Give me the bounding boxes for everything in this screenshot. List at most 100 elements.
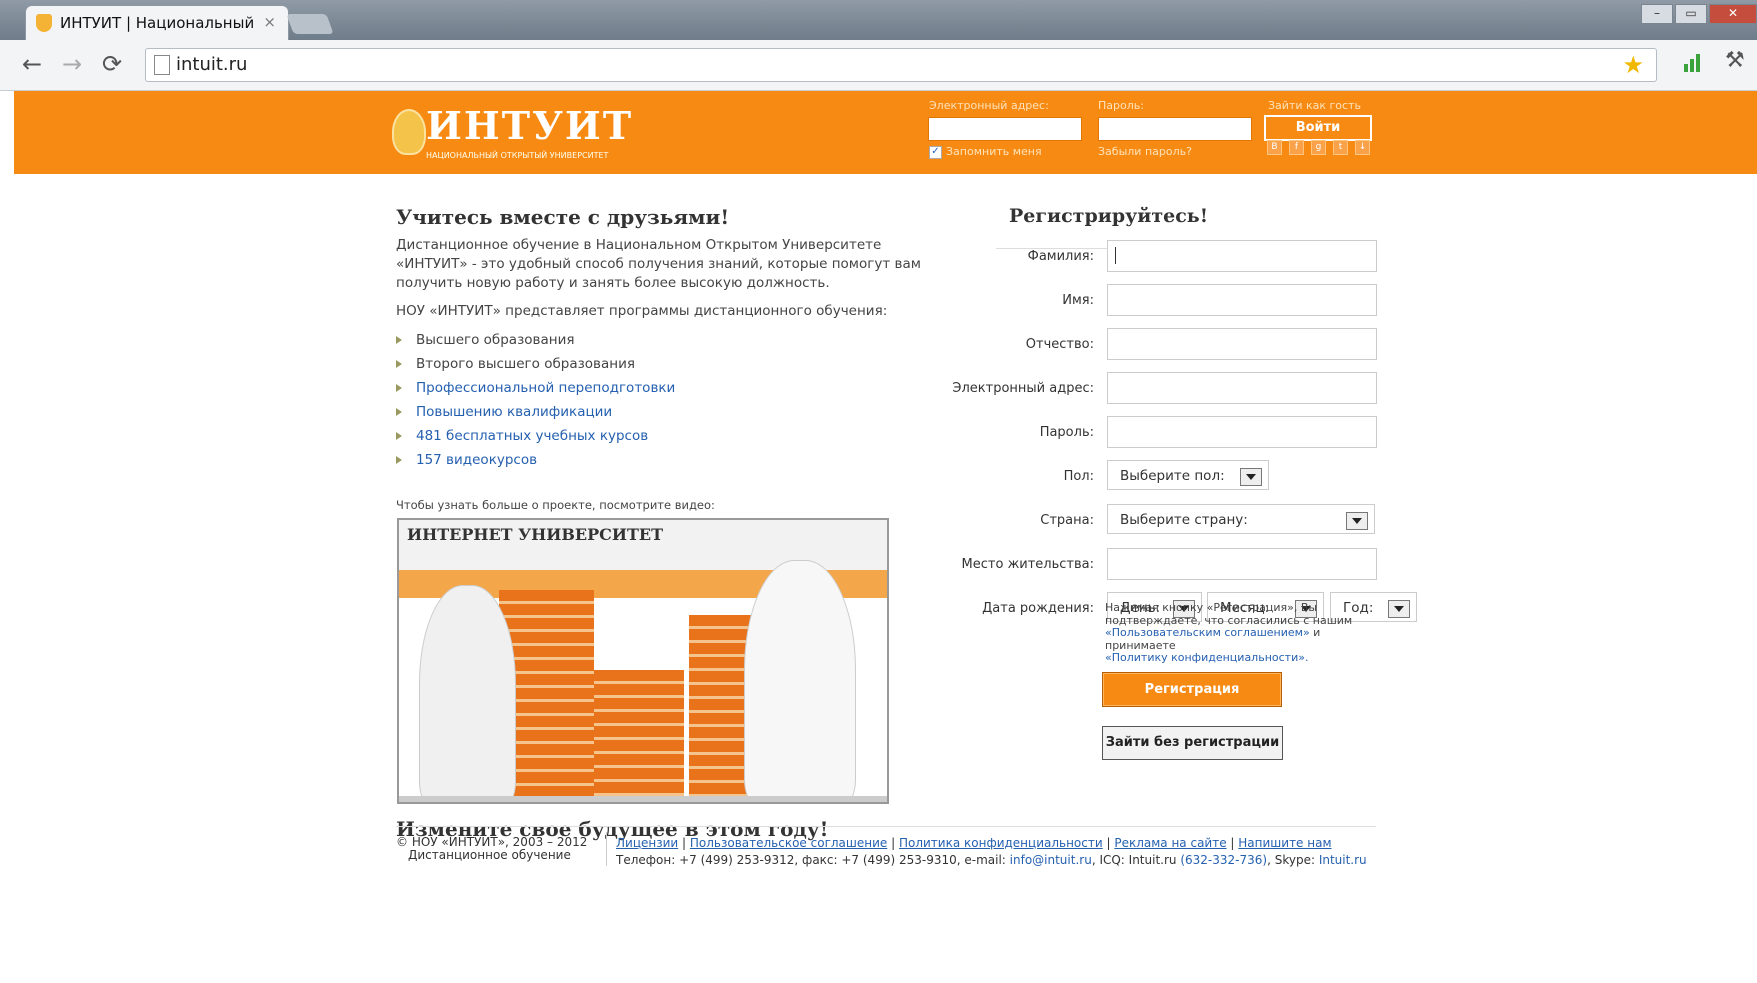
- twitter-icon[interactable]: t: [1333, 140, 1348, 155]
- intro-line-2: «ИНТУИТ» - это удобный способ получения …: [396, 256, 921, 272]
- footer-contacts: Телефон: +7 (499) 253-9312, факс: +7 (49…: [616, 853, 1367, 867]
- browser-titlebar: ИНТУИТ | Национальный × – ▭ ✕: [0, 0, 1757, 40]
- text-cursor: [1115, 247, 1116, 264]
- birthdate-label: Дата рождения:: [982, 601, 1094, 616]
- video-caption: Чтобы узнать больше о проекте, посмотрит…: [396, 498, 715, 512]
- promo-video-player[interactable]: ИНТЕРНЕТ УНИВЕРСИТЕТ: [397, 518, 889, 804]
- header-password-label: Пароль:: [1098, 99, 1144, 112]
- list-item: Высшего образования: [396, 332, 574, 348]
- window-controls: – ▭ ✕: [1639, 4, 1757, 24]
- list-item[interactable]: 157 видеокурсов: [396, 452, 537, 468]
- last-name-input[interactable]: [1107, 240, 1377, 272]
- page-viewport: ИНТУИТ НАЦИОНАЛЬНЫЙ ОТКРЫТЫЙ УНИВЕРСИТЕТ…: [14, 91, 1757, 983]
- forward-icon[interactable]: →: [62, 50, 82, 78]
- country-select-value: Выберите страну:: [1120, 512, 1248, 528]
- login-button[interactable]: Войти: [1264, 115, 1372, 141]
- gender-label: Пол:: [1063, 469, 1094, 484]
- remember-me-label: Запомнить меня: [946, 145, 1042, 158]
- list-item[interactable]: Профессиональной переподготовки: [396, 380, 675, 396]
- play-icon[interactable]: [609, 620, 637, 656]
- agreement-text: Нажимая кнопку «Регистрация», Вы подтвер…: [1105, 601, 1353, 664]
- site-logo[interactable]: ИНТУИТ НАЦИОНАЛЬНЫЙ ОТКРЫТЫЙ УНИВЕРСИТЕТ: [392, 103, 631, 160]
- address-bar[interactable]: intuit.ru ★: [145, 48, 1657, 82]
- program-link[interactable]: Повышению квалификации: [416, 404, 612, 420]
- reload-icon[interactable]: ⟳: [102, 50, 122, 78]
- bullet-arrow-icon: [396, 456, 402, 464]
- browser-tab[interactable]: ИНТУИТ | Национальный ×: [26, 6, 288, 40]
- program-link[interactable]: 481 бесплатных учебных курсов: [416, 428, 648, 444]
- bullet-arrow-icon: [396, 432, 402, 440]
- password-label: Пароль:: [1039, 425, 1094, 440]
- footer-link-contact[interactable]: Напишите нам: [1238, 836, 1331, 850]
- register-button[interactable]: Регистрация: [1102, 672, 1282, 707]
- register-heading: Регистрируйтесь!: [1009, 205, 1209, 227]
- email-input[interactable]: [1107, 372, 1377, 404]
- dropdown-arrow-icon[interactable]: [1388, 600, 1410, 618]
- intro-line-1: Дистанционное обучение в Национальном От…: [396, 237, 882, 253]
- back-icon[interactable]: ←: [22, 50, 42, 78]
- footer-copyright: © НОУ «ИНТУИТ», 2003 – 2012 Дистанционно…: [396, 835, 588, 862]
- minimize-icon[interactable]: –: [1641, 4, 1673, 24]
- video-progress-bar[interactable]: [399, 796, 887, 802]
- browser-toolbar: ← → ⟳ intuit.ru ★: [0, 40, 1757, 91]
- facebook-icon[interactable]: f: [1289, 140, 1304, 155]
- header-email-label: Электронный адрес:: [929, 99, 1049, 112]
- guest-login-label[interactable]: Зайти как гость: [1268, 99, 1361, 112]
- privacy-policy-link[interactable]: «Политику конфиденциальности».: [1105, 651, 1308, 664]
- google-icon[interactable]: g: [1311, 140, 1326, 155]
- presenter-right-image: [744, 560, 856, 802]
- dropdown-arrow-icon[interactable]: [1240, 468, 1262, 486]
- site-favicon-icon: [36, 14, 52, 32]
- middle-name-input[interactable]: [1107, 328, 1377, 360]
- header-email-input[interactable]: [928, 117, 1082, 141]
- new-tab-button[interactable]: [286, 14, 334, 34]
- presenter-left-image: [419, 585, 516, 802]
- footer-link-privacy[interactable]: Политика конфиденциальности: [899, 836, 1103, 850]
- program-link[interactable]: 157 видеокурсов: [416, 452, 537, 468]
- footer-email-link[interactable]: info@intuit.ru: [1010, 853, 1092, 867]
- promo-heading: Учитесь вместе с друзьями!: [396, 205, 730, 229]
- footer-skype-link[interactable]: Intuit.ru: [1319, 853, 1367, 867]
- forgot-password-link[interactable]: Забыли пароль?: [1098, 145, 1192, 158]
- gender-select[interactable]: Выберите пол:: [1107, 460, 1269, 490]
- footer-link-licenses[interactable]: Лицензии: [616, 836, 678, 850]
- guest-enter-button[interactable]: Зайти без регистрации: [1102, 726, 1283, 760]
- logo-subtext: НАЦИОНАЛЬНЫЙ ОТКРЫТЫЙ УНИВЕРСИТЕТ: [426, 151, 609, 160]
- header-password-input[interactable]: [1098, 117, 1252, 141]
- footer-icq-link[interactable]: (632-332-736): [1180, 853, 1267, 867]
- country-label: Страна:: [1040, 513, 1094, 528]
- remember-me-checkbox[interactable]: ✓: [929, 146, 942, 159]
- middle-name-label: Отчество:: [1025, 337, 1094, 352]
- footer-link-ads[interactable]: Реклама на сайте: [1114, 836, 1226, 850]
- country-select[interactable]: Выберите страну:: [1107, 504, 1375, 534]
- close-window-icon[interactable]: ✕: [1709, 4, 1757, 24]
- tab-title: ИНТУИТ | Национальный: [60, 14, 255, 32]
- last-name-label: Фамилия:: [1027, 249, 1094, 264]
- vk-icon[interactable]: В: [1267, 140, 1282, 155]
- user-agreement-link[interactable]: «Пользовательским соглашением»: [1105, 626, 1310, 639]
- program-link[interactable]: Профессиональной переподготовки: [416, 380, 675, 396]
- residence-label: Место жительства:: [961, 557, 1094, 572]
- email-label: Электронный адрес:: [952, 381, 1094, 396]
- first-name-input[interactable]: [1107, 284, 1377, 316]
- list-item[interactable]: 481 бесплатных учебных курсов: [396, 428, 648, 444]
- social-login-icons: В f g t ↓: [1267, 140, 1370, 155]
- residence-input[interactable]: [1107, 548, 1377, 580]
- footer-links: Лицензии | Пользовательское соглашение |…: [616, 836, 1332, 850]
- password-input[interactable]: [1107, 416, 1377, 448]
- tab-close-icon[interactable]: ×: [263, 13, 276, 31]
- footer-link-agreement[interactable]: Пользовательское соглашение: [690, 836, 887, 850]
- more-social-icon[interactable]: ↓: [1355, 140, 1370, 155]
- list-item[interactable]: Повышению квалификации: [396, 404, 612, 420]
- video-brand-text: ИНТЕРНЕТ УНИВЕРСИТЕТ: [407, 525, 663, 544]
- footer-divider: [396, 826, 1376, 827]
- footer-separator: [606, 832, 607, 866]
- bookmark-star-icon[interactable]: ★: [1622, 51, 1644, 79]
- page-icon: [154, 55, 170, 75]
- maximize-icon[interactable]: ▭: [1675, 4, 1707, 24]
- wrench-icon[interactable]: ⚒: [1725, 48, 1745, 73]
- dropdown-arrow-icon[interactable]: [1346, 512, 1368, 530]
- extension-signal-icon[interactable]: [1684, 52, 1700, 72]
- programs-intro: НОУ «ИНТУИТ» представляет программы дист…: [396, 303, 888, 319]
- first-name-label: Имя:: [1062, 293, 1094, 308]
